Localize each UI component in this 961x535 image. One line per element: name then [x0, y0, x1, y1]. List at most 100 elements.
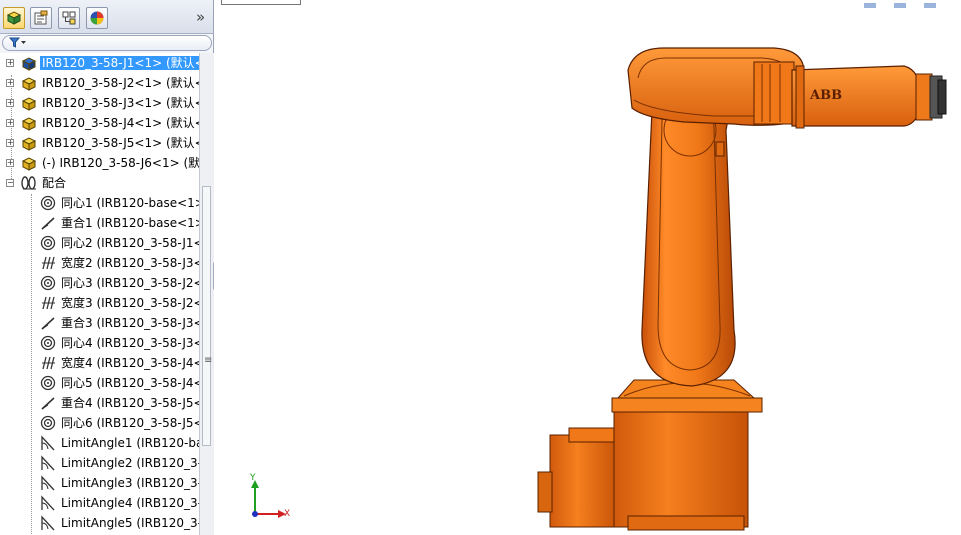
mate-label: 同心2 (IRB120_3-58-J1< — [61, 236, 199, 250]
x-axis-label: X — [284, 509, 291, 519]
expand-toggle[interactable]: + — [6, 119, 14, 127]
filter-icon — [9, 37, 26, 48]
mate-item[interactable]: 重合3 (IRB120_3-58-J3< — [0, 313, 199, 333]
mates-folder-icon — [21, 176, 36, 190]
concentric-mate-icon — [40, 235, 56, 251]
tree-part-item[interactable]: + (-) IRB120_3-58-J6<1> (默认 — [0, 153, 199, 173]
property-manager-tab-icon — [34, 10, 48, 25]
concentric-mate-icon — [40, 335, 56, 351]
mate-item[interactable]: 同心4 (IRB120_3-58-J3< — [0, 333, 199, 353]
concentric-mate-icon — [40, 415, 56, 431]
mate-label: LimitAngle1 (IRB120-ba — [61, 436, 199, 450]
limit-mate-icon — [41, 455, 55, 471]
window-frame-fragment — [221, 0, 301, 5]
mate-label: 重合4 (IRB120_3-58-J5< — [61, 396, 199, 410]
concentric-mate-icon — [40, 195, 56, 211]
mate-item[interactable]: LimitAngle1 (IRB120-ba — [0, 433, 199, 453]
tree-part-item[interactable]: + IRB120_3-58-J5<1> (默认< — [0, 133, 199, 153]
expand-toggle[interactable]: + — [6, 159, 14, 167]
limit-mate-icon — [41, 435, 55, 451]
robot-wrist[interactable]: ABB — [791, 65, 947, 129]
mate-label: 宽度2 (IRB120_3-58-J3< — [61, 256, 199, 270]
graphics-area[interactable]: ABB Y X — [214, 0, 961, 535]
tree-part-label: (-) IRB120_3-58-J6<1> (默认 — [42, 156, 199, 170]
mate-item[interactable]: LimitAngle2 (IRB120_3-5 — [0, 453, 199, 473]
mate-item[interactable]: LimitAngle4 (IRB120_3-5 — [0, 493, 199, 513]
expand-toggle[interactable]: + — [6, 59, 14, 67]
mate-label: 同心6 (IRB120_3-58-J5< — [61, 416, 199, 430]
limit-mate-icon — [41, 475, 55, 491]
tree-scrollbar-thumb[interactable] — [202, 186, 211, 446]
scrollbar-grip-icon: ≡ — [204, 355, 213, 366]
mate-item[interactable]: LimitAngle5 (IRB120_3-5 — [0, 513, 199, 533]
robot-upper-arm[interactable] — [627, 47, 805, 126]
mate-item[interactable]: 同心6 (IRB120_3-58-J5< — [0, 413, 199, 433]
mate-item[interactable]: LimitAngle3 (IRB120_3-5 — [0, 473, 199, 493]
width-mate-icon — [42, 296, 55, 310]
mate-item[interactable]: 同心1 (IRB120-base<1> — [0, 193, 199, 213]
feature-manager-tab[interactable] — [3, 7, 25, 29]
robot-lower-arm[interactable] — [641, 91, 736, 387]
configuration-manager-tab-icon — [62, 11, 76, 25]
tree-part-item[interactable]: + IRB120_3-58-J4<1> (默认< — [0, 113, 199, 133]
mate-item[interactable]: 重合1 (IRB120-base<1> — [0, 213, 199, 233]
mate-item[interactable]: 宽度2 (IRB120_3-58-J3< — [0, 253, 199, 273]
mate-label: 同心5 (IRB120_3-58-J4< — [61, 376, 199, 390]
tree-filter-box[interactable] — [2, 35, 212, 51]
coincident-mate-icon — [41, 317, 55, 330]
mate-label: LimitAngle5 (IRB120_3-5 — [61, 516, 199, 530]
display-manager-tab-icon — [90, 11, 104, 25]
limit-mate-icon — [41, 515, 55, 531]
feature-manager-tab-icon — [6, 11, 22, 25]
robot-model-view[interactable]: ABB — [214, 0, 961, 535]
orientation-triad — [251, 480, 286, 518]
part-icon — [21, 57, 37, 71]
tree-part-item[interactable]: + IRB120_3-58-J3<1> (默认< — [0, 93, 199, 113]
z-axis-dot-icon — [252, 511, 258, 517]
mates-folder[interactable]: − 配合 — [0, 173, 199, 193]
collapse-toggle[interactable]: − — [6, 179, 14, 187]
tree-part-label: IRB120_3-58-J2<1> (默认< — [42, 76, 199, 90]
tree-part-label: IRB120_3-58-J5<1> (默认< — [42, 136, 199, 150]
mates-folder-label: 配合 — [42, 176, 67, 190]
tree-part-label: IRB120_3-58-J4<1> (默认< — [42, 116, 199, 130]
mate-label: 同心1 (IRB120-base<1> — [61, 196, 199, 210]
mate-item[interactable]: 重合4 (IRB120_3-58-J5< — [0, 393, 199, 413]
manager-tab-bar: » — [0, 0, 213, 34]
coincident-mate-icon — [41, 217, 55, 230]
part-icon — [21, 137, 37, 151]
robot-base[interactable] — [537, 379, 763, 531]
part-icon — [21, 97, 37, 111]
tree-part-item[interactable]: + IRB120_3-58-J1<1> (默认< — [0, 53, 199, 73]
feature-manager-panel: » + IRB120_3-58-J1<1> (默认< + IRB120_3-58-J2… — [0, 0, 214, 535]
mate-label: 同心3 (IRB120_3-58-J2< — [61, 276, 199, 290]
part-icon — [21, 117, 37, 131]
mate-item[interactable]: 宽度3 (IRB120_3-58-J2< — [0, 293, 199, 313]
tree-part-label: IRB120_3-58-J1<1> (默认< — [40, 56, 199, 70]
display-manager-tab[interactable] — [86, 7, 108, 29]
limit-mate-icon — [41, 495, 55, 511]
expand-toggle[interactable]: + — [6, 139, 14, 147]
mate-item[interactable]: 同心2 (IRB120_3-58-J1< — [0, 233, 199, 253]
width-mate-icon — [42, 256, 55, 270]
width-mate-icon — [42, 356, 55, 370]
concentric-mate-icon — [40, 275, 56, 291]
mate-item[interactable]: 同心5 (IRB120_3-58-J4< — [0, 373, 199, 393]
expand-panel-chevron-icon[interactable]: » — [196, 8, 205, 26]
configuration-manager-tab[interactable] — [58, 7, 80, 29]
mate-label: LimitAngle2 (IRB120_3-5 — [61, 456, 199, 470]
mate-label: 重合3 (IRB120_3-58-J3< — [61, 316, 199, 330]
feature-tree: + IRB120_3-58-J1<1> (默认< + IRB120_3-58-J2<1… — [0, 53, 199, 535]
tree-scrollbar[interactable] — [199, 53, 214, 535]
part-icon — [21, 77, 37, 91]
property-manager-tab[interactable] — [30, 7, 52, 29]
expand-toggle[interactable]: + — [6, 79, 14, 87]
expand-toggle[interactable]: + — [6, 99, 14, 107]
tree-part-item[interactable]: + IRB120_3-58-J2<1> (默认< — [0, 73, 199, 93]
mate-item[interactable]: 同心3 (IRB120_3-58-J2< — [0, 273, 199, 293]
abb-logo-text: ABB — [809, 88, 842, 103]
part-icon — [21, 157, 37, 171]
mate-label: 同心4 (IRB120_3-58-J3< — [61, 336, 199, 350]
mate-label: 宽度4 (IRB120_3-58-J4< — [61, 356, 199, 370]
mate-item[interactable]: 宽度4 (IRB120_3-58-J4< — [0, 353, 199, 373]
